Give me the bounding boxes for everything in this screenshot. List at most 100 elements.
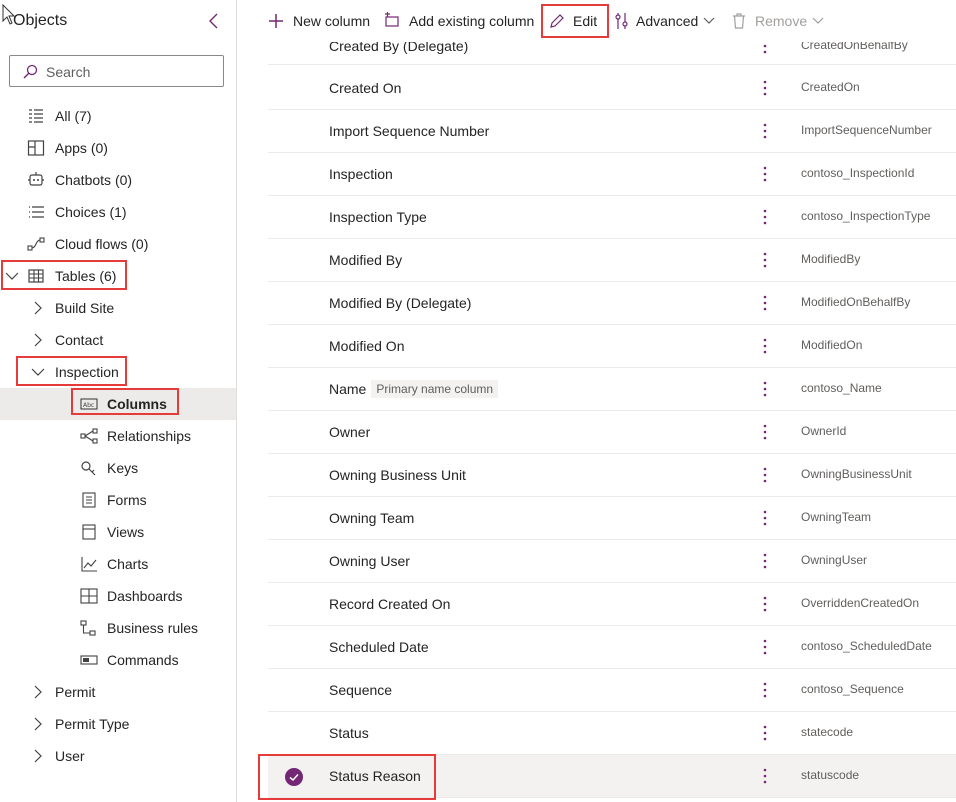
more-options-icon[interactable] — [758, 422, 772, 442]
sidebar-item-cloud-flows[interactable]: Cloud flows (0) — [0, 228, 236, 260]
column-logical-name: contoso_InspectionId — [801, 166, 915, 180]
table-row[interactable]: Sequence contoso_Sequence — [268, 669, 956, 712]
table-row[interactable]: Inspection Type contoso_InspectionType — [268, 196, 956, 239]
more-options-icon[interactable] — [758, 465, 772, 485]
sidebar-item-count: (1) — [109, 204, 127, 220]
column-display-name: Modified By (Delegate) — [329, 295, 472, 311]
more-options-icon[interactable] — [758, 250, 772, 270]
table-row[interactable]: Name Primary name column contoso_Name — [268, 368, 956, 411]
table-item-permit[interactable]: Permit — [0, 676, 236, 708]
inspection-item-relationships[interactable]: Relationships — [0, 420, 236, 452]
sidebar-item-chatbots[interactable]: Chatbots (0) — [0, 164, 236, 196]
command-bar: New column Add existing column Edit Adva… — [237, 0, 956, 42]
row-selected-check-icon[interactable] — [285, 768, 303, 786]
chevron-down-icon[interactable] — [31, 365, 45, 379]
sidebar-item-tables[interactable]: Tables (6) — [0, 260, 236, 292]
table-item-inspection[interactable]: Inspection — [0, 356, 236, 388]
sidebar-item-choices[interactable]: Choices (1) — [0, 196, 236, 228]
collapse-chevron-left-icon[interactable] — [206, 12, 222, 30]
more-options-icon[interactable] — [758, 594, 772, 614]
column-display-name: Name Primary name column — [329, 380, 499, 399]
inspection-item-charts[interactable]: Charts — [0, 548, 236, 580]
relationships-icon — [80, 428, 98, 444]
sidebar-item-count: (0) — [90, 140, 108, 156]
more-options-icon[interactable] — [758, 336, 772, 356]
sidebar-item-count: (7) — [74, 108, 92, 124]
sidebar-item-all[interactable]: All (7) — [0, 100, 236, 132]
more-options-icon[interactable] — [758, 680, 772, 700]
more-options-icon[interactable] — [758, 121, 772, 141]
more-options-icon[interactable] — [758, 78, 772, 98]
more-options-icon[interactable] — [758, 293, 772, 313]
chevron-down-icon[interactable] — [5, 269, 19, 283]
add-existing-column-button[interactable]: Add existing column — [383, 10, 535, 32]
more-options-icon[interactable] — [758, 379, 772, 399]
edit-button[interactable]: Edit — [548, 10, 606, 32]
sidebar-item-label: Apps — [55, 140, 87, 156]
chevron-down-icon — [812, 17, 824, 24]
inspection-item-label: Dashboards — [107, 588, 183, 604]
chevron-right-icon[interactable] — [31, 333, 45, 347]
trash-icon — [733, 13, 745, 29]
column-logical-name: statecode — [801, 725, 854, 739]
inspection-item-columns[interactable]: Abc Columns — [0, 388, 236, 420]
list-icon — [29, 109, 43, 123]
column-logical-name: OverriddenCreatedOn — [801, 596, 920, 610]
column-display-name: Sequence — [329, 682, 393, 698]
column-display-name: Modified On — [329, 338, 405, 354]
more-options-icon[interactable] — [758, 207, 772, 227]
chevron-down-icon — [703, 17, 715, 24]
chevron-right-icon[interactable] — [31, 749, 45, 763]
table-item-contact[interactable]: Contact — [0, 324, 236, 356]
more-options-icon[interactable] — [758, 766, 772, 786]
table-item-label: Contact — [55, 332, 104, 348]
table-icon — [28, 269, 44, 283]
sidebar-item-apps[interactable]: Apps (0) — [0, 132, 236, 164]
inspection-item-business-rules[interactable]: Business rules — [0, 612, 236, 644]
chevron-right-icon[interactable] — [31, 301, 45, 315]
more-options-icon[interactable] — [758, 637, 772, 657]
column-logical-name: ImportSequenceNumber — [801, 123, 932, 137]
table-row[interactable]: Modified On ModifiedOn — [268, 325, 956, 368]
table-item-label: Permit Type — [55, 716, 130, 732]
more-options-icon[interactable] — [758, 723, 772, 743]
table-item-permit-type[interactable]: Permit Type — [0, 708, 236, 740]
chevron-right-icon[interactable] — [31, 685, 45, 699]
sidebar-item-label: All — [55, 108, 71, 124]
table-item-user[interactable]: User — [0, 740, 236, 772]
table-row-selected[interactable]: Status Reason statuscode — [268, 755, 956, 798]
table-row[interactable]: Owning Business Unit OwningBusinessUnit — [268, 454, 956, 497]
table-item-label: Build Site — [55, 300, 115, 316]
remove-button[interactable]: Remove — [731, 10, 827, 32]
column-logical-name: CreatedOn — [801, 80, 860, 94]
inspection-item-views[interactable]: Views — [0, 516, 236, 548]
inspection-item-dashboards[interactable]: Dashboards — [0, 580, 236, 612]
table-item-build-site[interactable]: Build Site — [0, 292, 236, 324]
column-logical-name: contoso_Name — [801, 381, 882, 395]
table-row[interactable]: Inspection contoso_InspectionId — [268, 153, 956, 196]
inspection-item-keys[interactable]: Keys — [0, 452, 236, 484]
column-logical-name: ModifiedOn — [801, 338, 863, 352]
chevron-right-icon[interactable] — [31, 717, 45, 731]
table-row[interactable]: Import Sequence Number ImportSequenceNum… — [268, 110, 956, 153]
sidebar-title: Objects — [13, 12, 68, 29]
business-rules-icon — [80, 620, 96, 636]
more-options-icon[interactable] — [758, 164, 772, 184]
table-row[interactable]: Owning Team OwningTeam — [268, 497, 956, 540]
more-options-icon[interactable] — [758, 551, 772, 571]
table-row[interactable]: Modified By ModifiedBy — [268, 239, 956, 282]
inspection-item-commands[interactable]: Commands — [0, 644, 236, 676]
advanced-dropdown-button[interactable]: Advanced — [615, 10, 719, 32]
table-row[interactable]: Scheduled Date contoso_ScheduledDate — [268, 626, 956, 669]
table-row[interactable]: Owning User OwningUser — [268, 540, 956, 583]
more-options-icon[interactable] — [758, 508, 772, 528]
new-column-button[interactable]: New column — [267, 10, 371, 32]
search-input[interactable]: Search — [9, 55, 224, 87]
table-row[interactable]: Record Created On OverriddenCreatedOn — [268, 583, 956, 626]
table-row[interactable]: Status statecode — [268, 712, 956, 755]
column-display-name: Status Reason — [329, 768, 421, 784]
table-row[interactable]: Modified By (Delegate) ModifiedOnBehalfB… — [268, 282, 956, 325]
table-row[interactable]: Created On CreatedOn — [268, 67, 956, 110]
inspection-item-forms[interactable]: Forms — [0, 484, 236, 516]
table-row[interactable]: Owner OwnerId — [268, 411, 956, 454]
